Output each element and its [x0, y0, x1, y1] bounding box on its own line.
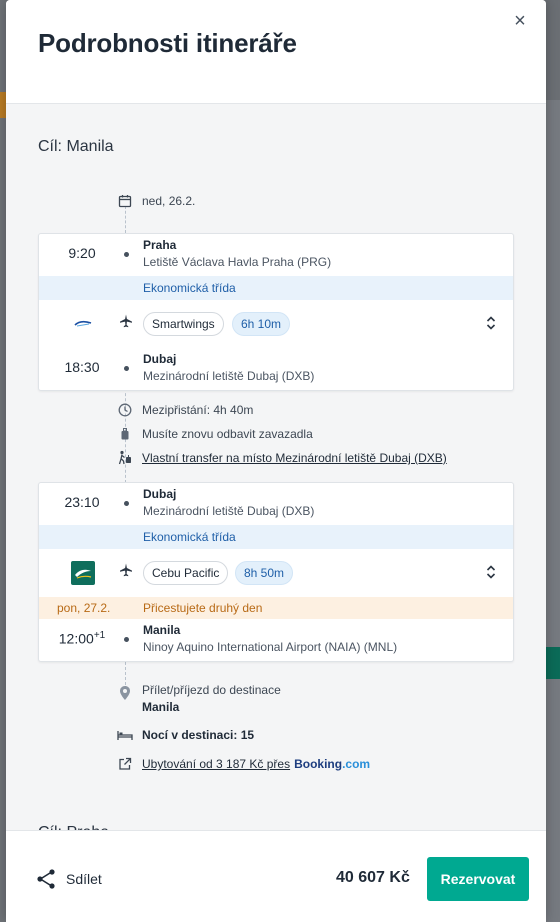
layover-text: Mezipřistání: 4h 40m — [142, 403, 254, 417]
arrival-destination-row: Přílet/příjezd do destinace Manila — [116, 682, 281, 716]
arrival-place: Dubaj — [143, 352, 177, 366]
share-button[interactable]: Sdílet — [34, 867, 102, 891]
background-button-edge — [546, 647, 560, 679]
date-start: ned, 26.2. — [142, 194, 196, 208]
bed-icon — [116, 726, 134, 744]
date-row: ned, 26.2. — [116, 192, 195, 210]
plane-icon — [119, 563, 133, 580]
booking-tld: .com — [342, 757, 371, 771]
transfer-row: Vlastní transfer na místo Mezinárodní le… — [116, 449, 447, 467]
duration-badge: 8h 50m — [235, 561, 294, 585]
clock-icon — [116, 401, 134, 419]
flight-card-leg1: 9:20 Praha Letiště Václava Havla Praha (… — [38, 233, 514, 391]
timeline-dot — [124, 252, 129, 257]
arrival-time: 18:30 — [64, 359, 100, 375]
total-price: 40 607 Kč — [336, 869, 410, 886]
location-pin-icon — [116, 684, 134, 702]
itinerary-modal: Podrobnosti itineráře × Cíl: Manila ned,… — [6, 0, 546, 922]
arrival-destination-text: Přílet/příjezd do destinace Manila — [142, 682, 281, 716]
arrival-place: Manila — [143, 623, 181, 637]
departure-place: Dubaj — [143, 487, 177, 501]
chevron-up-down-icon[interactable] — [485, 563, 497, 582]
nights-text: Nocí v destinaci: 15 — [142, 728, 255, 742]
external-link-icon — [116, 755, 134, 773]
cebu-pacific-logo — [71, 561, 95, 585]
next-day-warning: pon, 27.2. Přicestujete druhý den — [39, 597, 513, 619]
layover-row: Mezipřistání: 4h 40m — [116, 401, 253, 419]
airline-badge: Smartwings — [143, 312, 224, 336]
accommodation-row[interactable]: Ubytování od 3 187 Kč přes Booking.com — [116, 755, 370, 773]
arrival-time-value: 12:00 — [58, 630, 94, 647]
departure-airport: Letiště Václava Havla Praha (PRG) — [143, 255, 332, 269]
arrival-label: Přílet/příjezd do destinace — [142, 683, 281, 697]
smartwings-logo — [71, 312, 95, 336]
chevron-up-down-icon[interactable] — [485, 314, 497, 333]
arrival-place: Manila — [142, 700, 180, 714]
modal-footer: Sdílet 40 607 Kč Rezervovat — [6, 830, 546, 922]
baggage-icon — [116, 425, 134, 443]
destination-heading: Cíl: Manila — [38, 138, 114, 155]
arrival-segment: 18:30 Dubaj Mezinárodní letiště Dubaj (D… — [39, 348, 513, 390]
carrier-row[interactable]: Cebu Pacific 8h 50m — [39, 549, 513, 597]
close-icon[interactable]: × — [509, 10, 531, 32]
next-day-date: pon, 27.2. — [57, 601, 111, 615]
airline-badge: Cebu Pacific — [143, 561, 229, 585]
walking-luggage-icon — [116, 449, 134, 467]
departure-airport: Mezinárodní letiště Dubaj (DXB) — [143, 504, 315, 518]
timeline-dot — [124, 637, 129, 642]
timeline-dot — [124, 501, 129, 506]
departure-place: Praha — [143, 238, 177, 252]
arrival-time: 12:00+1 — [39, 630, 125, 647]
carrier-row[interactable]: Smartwings 6h 10m — [39, 300, 513, 348]
timeline-dot — [124, 366, 129, 371]
accommodation-link[interactable]: Ubytování od 3 187 Kč přes — [142, 757, 290, 771]
arrival-airport: Ninoy Aquino International Airport (NAIA… — [143, 640, 398, 654]
share-label: Sdílet — [66, 871, 102, 887]
baggage-text: Musíte znovu odbavit zavazadla — [142, 427, 313, 441]
plane-icon — [119, 314, 133, 331]
transfer-link[interactable]: Vlastní transfer na místo Mezinárodní le… — [142, 451, 447, 465]
timeline-line — [125, 206, 126, 233]
cabin-class: Ekonomická třída — [39, 276, 513, 300]
departure-time: 23:10 — [64, 494, 100, 510]
departure-segment: 23:10 Dubaj Mezinárodní letiště Dubaj (D… — [39, 483, 513, 525]
modal-title: Podrobnosti itineráře — [38, 28, 297, 58]
cabin-class: Ekonomická třída — [39, 525, 513, 549]
booking-logo: Booking.com — [294, 757, 370, 771]
flight-card-leg2: 23:10 Dubaj Mezinárodní letiště Dubaj (D… — [38, 482, 514, 662]
arrival-segment: 12:00+1 Manila Ninoy Aquino Internationa… — [39, 619, 513, 661]
next-day-text: Přicestujete druhý den — [143, 601, 263, 615]
book-button[interactable]: Rezervovat — [427, 857, 529, 901]
nights-row: Nocí v destinaci: 15 — [116, 726, 254, 744]
day-offset: +1 — [93, 630, 106, 641]
baggage-row: Musíte znovu odbavit zavazadla — [116, 425, 313, 443]
share-icon — [34, 867, 58, 891]
calendar-icon — [116, 192, 134, 210]
arrival-airport: Mezinárodní letiště Dubaj (DXB) — [143, 369, 315, 383]
booking-brand: Booking — [294, 757, 343, 771]
modal-header: Podrobnosti itineráře × — [6, 0, 546, 104]
departure-time: 9:20 — [68, 245, 96, 261]
background-right-edge — [546, 100, 560, 922]
departure-segment: 9:20 Praha Letiště Václava Havla Praha (… — [39, 234, 513, 276]
duration-badge: 6h 10m — [232, 312, 291, 336]
